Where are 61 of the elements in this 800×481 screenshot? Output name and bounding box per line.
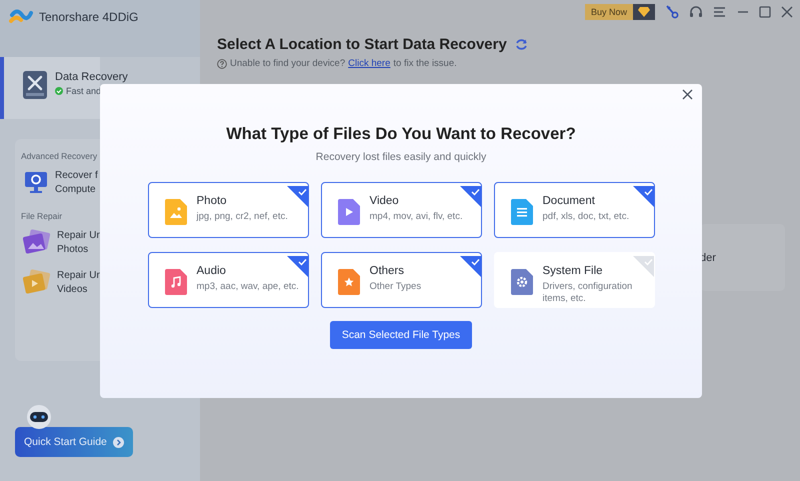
file-type-card[interactable]: Video mp4, mov, avi, flv, etc. <box>320 182 482 238</box>
file-type-card[interactable]: System File Drivers, configuration items, etc. <box>494 252 654 308</box>
video-file-icon <box>338 199 360 225</box>
check-corner-icon <box>460 256 480 278</box>
photos-icon <box>23 229 51 255</box>
item-title: Data Recovery <box>55 71 128 83</box>
document-file-icon <box>510 199 532 225</box>
file-type-name: Others <box>370 265 406 277</box>
file-type-name: Photo <box>196 195 228 207</box>
quick-start-guide-button[interactable]: Quick Start Guide <box>15 427 133 457</box>
check-corner-icon <box>460 186 480 208</box>
headset-icon[interactable] <box>689 5 703 19</box>
check-shield-icon <box>55 87 63 95</box>
file-extensions: Drivers, configuration items, etc. <box>542 281 634 306</box>
monitor-icon <box>23 169 49 195</box>
app-title: Tenorshare 4DDiG <box>39 10 138 24</box>
check-corner-icon <box>632 256 654 278</box>
file-type-name: Audio <box>196 265 227 277</box>
image-file-icon <box>164 199 186 225</box>
file-type-name: System File <box>542 265 604 277</box>
file-type-name: Video <box>370 195 400 207</box>
file-extensions: Other Types <box>370 281 422 294</box>
video-clips-icon <box>23 269 51 295</box>
file-type-name: Document <box>542 195 596 207</box>
chevron-circle-icon <box>112 436 124 448</box>
diamond-icon <box>638 7 650 17</box>
scan-button[interactable]: Scan Selected File Types <box>330 321 472 349</box>
sidebar-item[interactable]: Recover f Compute <box>55 170 98 194</box>
refresh-icon[interactable] <box>514 38 528 51</box>
check-corner-icon <box>286 256 308 278</box>
file-type-card[interactable]: Document pdf, xls, doc, txt, etc. <box>494 182 654 238</box>
file-type-card[interactable]: Others Other Types <box>320 252 482 308</box>
music-file-icon <box>164 269 186 295</box>
buy-now-button[interactable]: Buy Now <box>584 4 655 20</box>
help-icon <box>217 58 227 68</box>
menu-icon[interactable] <box>713 6 727 18</box>
section-heading: File Repair <box>21 211 62 221</box>
close-icon[interactable] <box>682 89 693 100</box>
star-file-icon <box>338 269 360 295</box>
maximize-icon[interactable] <box>759 6 771 18</box>
file-type-card[interactable]: Photo jpg, png, cr2, nef, etc. <box>148 182 308 238</box>
sidebar-item[interactable]: Repair Ur Photos <box>57 230 100 254</box>
file-type-card[interactable]: Audio mp3, aac, wav, ape, etc. <box>148 252 308 308</box>
click-here-link[interactable]: Click here <box>348 58 390 69</box>
dialog-subtitle: Recovery lost files easily and quickly <box>316 151 486 163</box>
tools-icon <box>23 71 47 99</box>
check-corner-icon <box>286 186 308 208</box>
file-extensions: pdf, xls, doc, txt, etc. <box>542 211 630 224</box>
check-corner-icon <box>632 186 654 208</box>
hint-text: Unable to find your device? <box>230 58 346 69</box>
gear-file-icon <box>510 269 532 295</box>
file-extensions: jpg, png, cr2, nef, etc. <box>196 211 288 224</box>
sidebar-item[interactable]: Repair Ur Videos <box>57 270 100 294</box>
close-icon[interactable] <box>781 6 793 18</box>
section-heading: Advanced Recovery <box>21 151 98 161</box>
hint-text: to fix the issue. <box>393 58 457 69</box>
file-extensions: mp4, mov, avi, flv, etc. <box>370 211 463 224</box>
dialog-title: What Type of Files Do You Want to Recover? <box>226 125 576 144</box>
file-extensions: mp3, aac, wav, ape, etc. <box>196 281 299 294</box>
key-icon[interactable] <box>665 5 679 19</box>
page-title: Select A Location to Start Data Recovery <box>217 36 507 53</box>
